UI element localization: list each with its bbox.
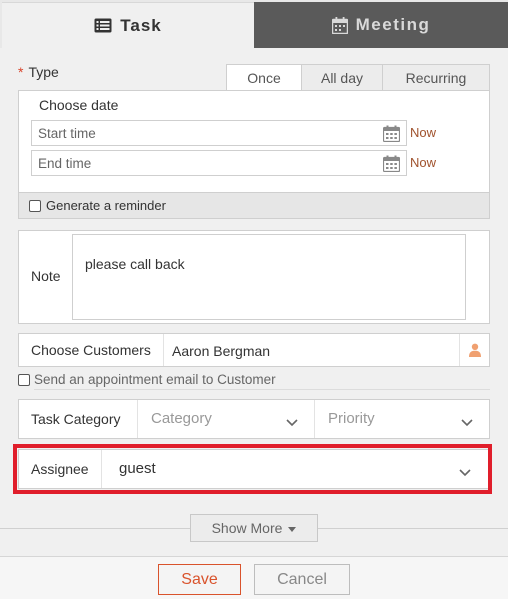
tab-meeting[interactable]: Meeting [254,2,508,48]
task-list-icon [94,18,112,33]
choose-date-label: Choose date [39,97,119,113]
sub-tab-once[interactable]: Once [226,64,302,91]
end-time-now-link[interactable]: Now [410,155,436,170]
note-panel: Note please call back [18,230,490,324]
note-label: Note [31,268,61,284]
priority-placeholder: Priority [328,410,375,427]
end-time-input[interactable]: End time [31,150,407,176]
task-category-label: Task Category [31,411,121,427]
reminder-checkbox[interactable] [29,199,41,212]
show-more-label: Show More [211,520,283,536]
tab-meeting-label: Meeting [355,15,431,34]
customer-input[interactable]: Aaron Bergman [163,334,459,366]
person-icon[interactable] [459,334,489,366]
caret-down-icon [288,520,297,536]
type-label-text: Type [28,64,59,80]
required-mark: * [18,64,24,80]
reminder-label: Generate a reminder [46,198,166,213]
cancel-button[interactable]: Cancel [254,564,350,595]
sub-tab-all-day[interactable]: All day [301,64,383,91]
show-more-button[interactable]: Show More [190,514,318,542]
type-label: * Type [18,64,59,80]
end-time-placeholder: End time [38,156,92,171]
save-button[interactable]: Save [158,564,241,595]
task-category-panel: Task Category Category Priority [18,399,490,439]
priority-select[interactable]: Priority [314,400,489,438]
reminder-row: Generate a reminder [18,193,490,219]
chevron-down-icon [286,414,298,431]
tab-task-label: Task [120,15,162,35]
calendar-icon[interactable] [382,155,401,175]
start-time-placeholder: Start time [38,126,96,141]
tab-task[interactable]: Task [2,2,254,48]
start-time-input[interactable]: Start time [31,120,407,146]
assignee-highlight [13,444,492,494]
email-checkbox[interactable] [18,373,30,386]
calendar-icon[interactable] [382,125,401,145]
date-panel: Choose date Start time Now End time Now [18,90,490,193]
choose-customers-label: Choose Customers [31,342,151,358]
start-time-now-link[interactable]: Now [410,125,436,140]
footer: Save Cancel [0,556,508,599]
email-option-label: Send an appointment email to Customer [34,372,276,387]
category-select[interactable]: Category [137,400,314,438]
type-sub-tabs: Once All day Recurring [226,64,490,91]
customers-panel: Choose Customers Aaron Bergman [18,333,490,367]
email-option-row: Send an appointment email to Customer [18,372,276,387]
sub-tab-recurring[interactable]: Recurring [382,64,490,91]
note-textarea[interactable]: please call back [72,234,466,320]
category-placeholder: Category [151,410,212,427]
divider [34,389,490,390]
calendar-icon [331,16,348,34]
chevron-down-icon [461,414,473,431]
